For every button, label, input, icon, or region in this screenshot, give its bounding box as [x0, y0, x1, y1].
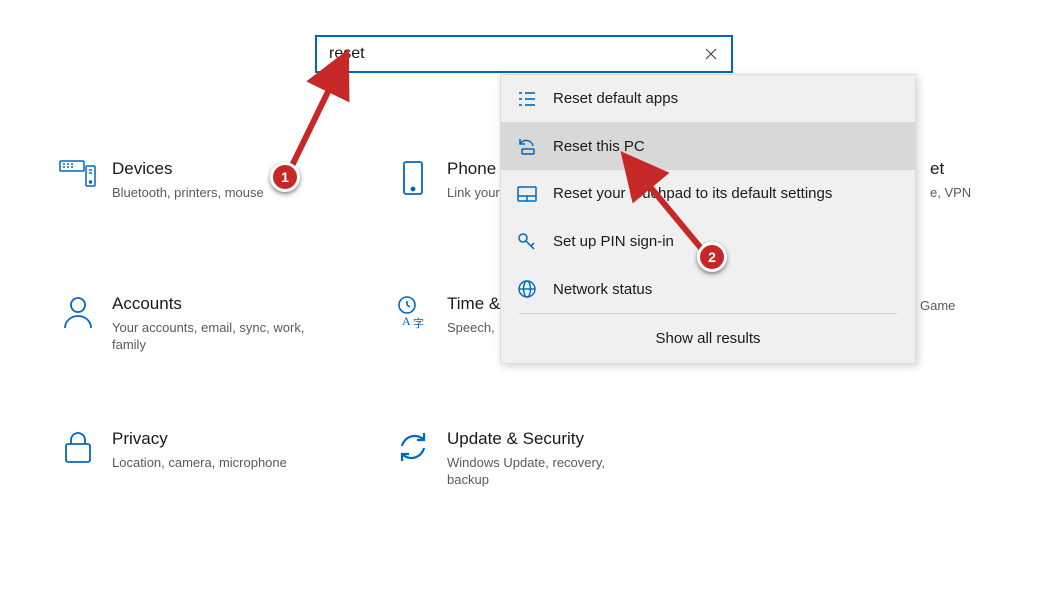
suggestion-label: Network status [553, 281, 652, 298]
time-language-icon: A 字 [390, 293, 435, 329]
tile-title: Devices [112, 158, 264, 180]
tile-title: Phone [447, 158, 500, 180]
tile-subtitle: Windows Update, recovery, backup [447, 454, 647, 488]
show-all-results[interactable]: Show all results [501, 314, 915, 363]
clear-search-button[interactable] [701, 48, 721, 60]
annotation-arrow-1 [268, 55, 358, 175]
suggestion-reset-default-apps[interactable]: Reset default apps [501, 75, 915, 122]
tile-subtitle: Location, camera, microphone [112, 454, 287, 471]
tile-subtitle: Link your [447, 184, 500, 201]
suggestion-label: Reset this PC [553, 138, 645, 155]
tile-title: Accounts [112, 293, 312, 315]
key-icon [515, 232, 539, 250]
tile-accounts[interactable]: Accounts Your accounts, email, sync, wor… [55, 293, 355, 353]
search-box[interactable] [315, 35, 733, 73]
touchpad-icon [515, 186, 539, 202]
svg-text:字: 字 [413, 316, 424, 329]
update-icon [390, 428, 435, 464]
suggestion-label: Reset your touchpad to its default setti… [553, 185, 832, 202]
close-icon [705, 48, 717, 60]
suggestion-pin-signin[interactable]: Set up PIN sign-in [501, 217, 915, 265]
phone-icon [390, 158, 435, 196]
search-container [315, 35, 733, 73]
tile-subtitle: Speech, [447, 319, 500, 336]
accounts-icon [55, 293, 100, 329]
tile-subtitle: Bluetooth, printers, mouse [112, 184, 264, 201]
tile-subtitle: Game [920, 297, 955, 314]
svg-text:A: A [402, 314, 411, 328]
tile-devices[interactable]: Devices Bluetooth, printers, mouse [55, 158, 355, 201]
suggestion-reset-touchpad[interactable]: Reset your touchpad to its default setti… [501, 170, 915, 217]
devices-icon [55, 158, 100, 190]
search-suggestions: Reset default apps Reset this PC Reset y… [500, 74, 916, 364]
suggestion-label: Set up PIN sign-in [553, 233, 674, 250]
globe-icon [515, 280, 539, 298]
tile-privacy[interactable]: Privacy Location, camera, microphone [55, 428, 355, 471]
tile-subtitle: Your accounts, email, sync, work, family [112, 319, 312, 353]
list-icon [515, 91, 539, 107]
suggestion-network-status[interactable]: Network status [501, 265, 915, 313]
tile-title: et [930, 158, 971, 180]
tile-title: Privacy [112, 428, 287, 450]
privacy-icon [55, 428, 100, 464]
tile-title: Update & Security [447, 428, 647, 450]
tile-subtitle: e, VPN [930, 184, 971, 201]
suggestion-reset-this-pc[interactable]: Reset this PC [501, 122, 915, 170]
search-input[interactable] [327, 44, 701, 64]
tile-update-security[interactable]: Update & Security Windows Update, recove… [390, 428, 690, 488]
suggestion-label: Reset default apps [553, 90, 678, 107]
tile-title: Time & [447, 293, 500, 315]
reset-pc-icon [515, 137, 539, 155]
